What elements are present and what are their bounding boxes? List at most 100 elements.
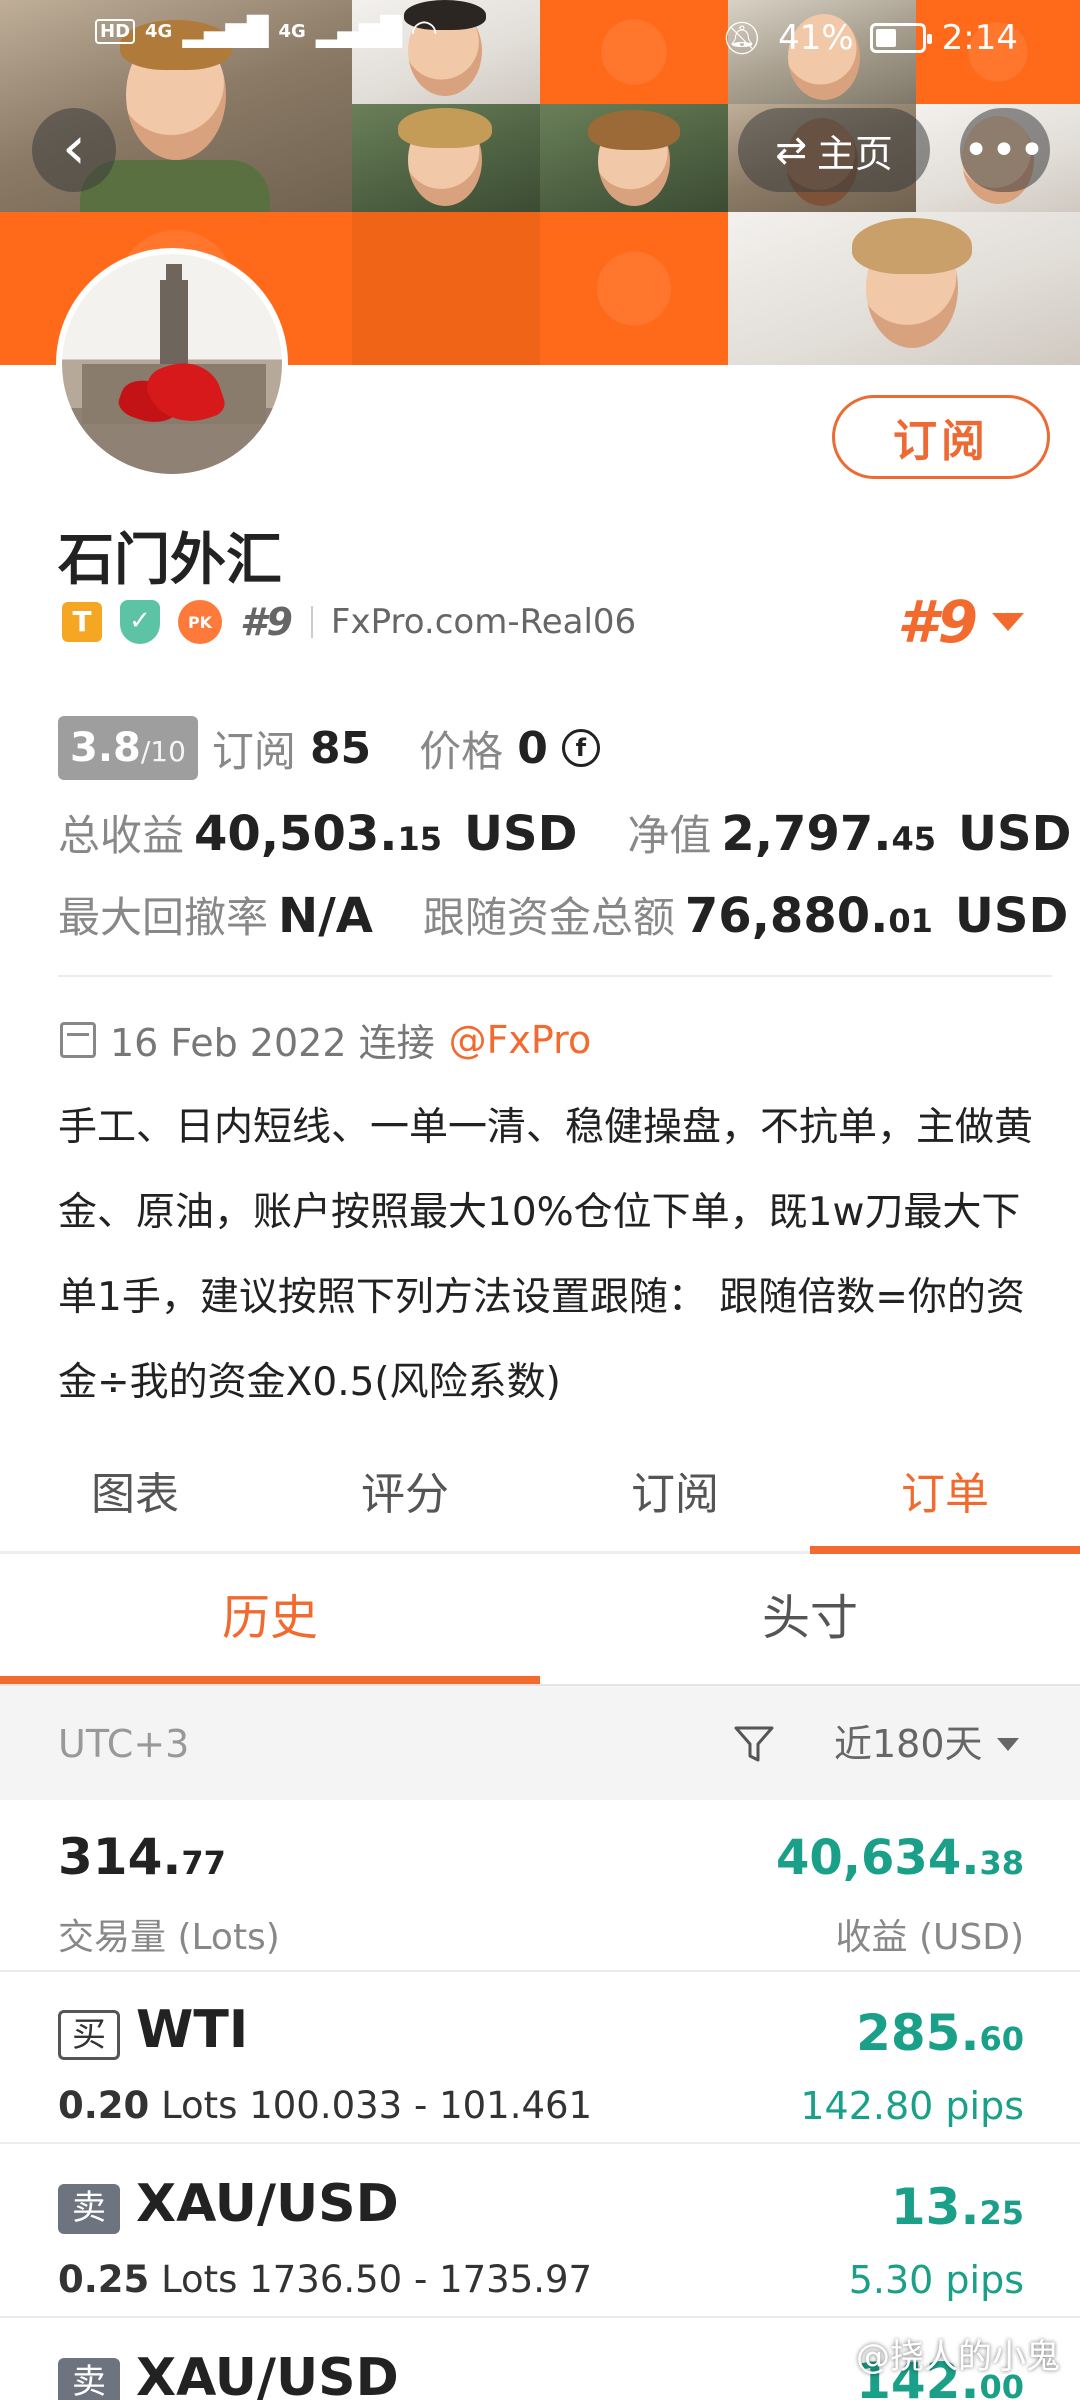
rank-dropdown[interactable]: #9 — [897, 588, 1024, 656]
broker-mention-link[interactable]: @FxPro — [449, 1018, 592, 1062]
main-tabs: 图表 评分 订阅 订单 — [0, 1440, 1080, 1554]
order-detail: 0.25 Lots 1736.50 - 1735.97 — [58, 2258, 592, 2301]
caret-down-icon — [992, 613, 1024, 631]
order-symbol: XAU/USD — [136, 2174, 399, 2234]
subscribe-button[interactable]: 订阅 — [832, 395, 1050, 479]
filter-bar: UTC+3 近180天 — [0, 1684, 1080, 1800]
battery-icon — [869, 23, 932, 53]
divider-line — [58, 975, 1052, 977]
pk-flame-icon[interactable]: PK — [178, 600, 222, 644]
watermark: @挠人的小鬼 — [856, 2337, 1060, 2377]
follow-funds-int: 76,880. — [684, 888, 889, 944]
history-summary: 314.77 交易量 (Lots) 40,634.38 收益 (USD) — [0, 1800, 1080, 1972]
strategy-description: 手工、日内短线、一单一清、稳健操盘，不抗单，主做黄金、原油，账户按照最大10%仓… — [58, 1105, 1034, 1405]
history-profit-int: 40,634. — [776, 1830, 980, 1886]
side-badge: 买 — [58, 2010, 120, 2060]
total-lots-dec: 77 — [181, 1844, 226, 1882]
more-dots-icon: ••• — [963, 124, 1047, 176]
status-bar: HD 4G ▂▄▆█ 4G ▂▄▆█ ◠ 🔕︎ 41% 2:14 — [0, 0, 1080, 80]
total-lots: 314.77 — [58, 1828, 226, 1886]
calendar-icon — [60, 1021, 96, 1058]
drawdown-row: 最大回撤率 N/A 跟随资金总额 76,880. 01 USD — [58, 884, 1068, 945]
order-profit-dec: 25 — [979, 2194, 1024, 2232]
clock-time: 2:14 — [941, 18, 1018, 58]
trader-t-badge-icon[interactable]: T — [62, 602, 102, 642]
order-pips: 142.80 pips — [800, 2084, 1024, 2128]
swap-arrows-icon: ⇄ — [775, 128, 807, 172]
equity-dec: 45 — [891, 820, 937, 858]
total-profit-label: 总收益 — [58, 811, 185, 860]
rating-score-badge: 3.8/10 — [58, 716, 198, 780]
total-lots-int: 314. — [58, 1828, 182, 1886]
history-profit-label: 收益 (USD) — [835, 1917, 1024, 1958]
order-symbol: XAU/USD — [136, 2348, 399, 2400]
trader-badges: T ✓ PK #9 FxPro.com-Real06 — [62, 600, 636, 644]
coin-icon: f — [561, 729, 600, 767]
max-drawdown-label: 最大回撤率 — [58, 893, 269, 942]
order-lots: 0.20 — [58, 2084, 150, 2127]
battery-percent: 41% — [778, 18, 854, 58]
price-value: 0 — [517, 722, 548, 774]
more-options-button[interactable]: ••• — [960, 108, 1050, 192]
order-profit: 13.25 — [891, 2178, 1024, 2236]
side-badge: 卖 — [58, 2358, 120, 2400]
rank-small: #9 — [240, 600, 293, 644]
order-price-range: 100.033 - 101.461 — [249, 2084, 593, 2127]
network-type-2: 4G — [278, 20, 306, 42]
avatar[interactable] — [56, 248, 288, 480]
hd-indicator-1: HD — [95, 18, 136, 44]
follow-funds-label: 跟随资金总额 — [422, 893, 675, 942]
signal-icon-2: ▂▄▆█ — [315, 14, 402, 48]
mute-bell-icon: 🔕︎ — [721, 19, 763, 57]
equity-label: 净值 — [627, 811, 712, 860]
back-button[interactable]: ‹ — [32, 108, 116, 192]
banner-photo-8 — [728, 212, 1080, 365]
list-item[interactable]: 卖 XAU/USD 0.25 Lots 1736.50 - 1735.97 13… — [0, 2146, 1080, 2318]
rating-row: 3.8/10 订阅 85 价格 0 f — [58, 716, 600, 780]
rating-denominator: /10 — [140, 735, 186, 768]
banner-photo-5 — [540, 104, 728, 212]
tab-subscribe[interactable]: 订阅 — [540, 1440, 810, 1551]
price-label: 价格 — [419, 726, 504, 776]
banner-photo-4 — [352, 104, 540, 212]
equity-unit: USD — [958, 806, 1072, 862]
total-history-profit: 40,634.38 — [776, 1830, 1024, 1886]
list-item[interactable]: 买 WTI 0.20 Lots 100.033 - 101.461 285.60… — [0, 1972, 1080, 2144]
order-lots: 0.25 — [58, 2258, 150, 2301]
verified-shield-icon[interactable]: ✓ — [120, 600, 160, 644]
order-profit-dec: 60 — [979, 2020, 1024, 2058]
order-pips: 5.30 pips — [848, 2258, 1024, 2302]
order-lots-unit: Lots — [161, 2258, 238, 2301]
tab-orders[interactable]: 订单 — [810, 1440, 1080, 1554]
subtab-history[interactable]: 历史 — [0, 1556, 540, 1684]
connected-since: 16 Feb 2022 连接 @FxPro — [60, 1012, 591, 1067]
total-profit-int: 40,503. — [194, 806, 398, 862]
subtab-positions[interactable]: 头寸 — [540, 1556, 1080, 1684]
order-price-range: 1736.50 - 1735.97 — [249, 2258, 593, 2301]
timezone-label: UTC+3 — [58, 1722, 190, 1766]
tab-rating[interactable]: 评分 — [270, 1440, 540, 1551]
max-drawdown-value: N/A — [278, 888, 373, 944]
order-detail: 0.20 Lots 100.033 - 101.461 — [58, 2084, 592, 2127]
equity-int: 2,797. — [721, 806, 892, 862]
banner-pattern-5 — [540, 212, 728, 365]
profit-row: 总收益 40,503. 15 USD 净值 2,797. 45 USD — [58, 802, 1071, 863]
date-range-dropdown[interactable]: 近180天 — [834, 1686, 1019, 1802]
home-button[interactable]: ⇄ 主页 — [738, 108, 930, 192]
tab-chart[interactable]: 图表 — [0, 1440, 270, 1551]
connected-date: 16 Feb 2022 连接 — [110, 1021, 435, 1065]
order-profit-int: 13. — [890, 2178, 980, 2236]
chevron-left-icon: ‹ — [62, 113, 86, 183]
wifi-icon: ◠ — [411, 12, 437, 50]
trader-name: 石门外汇 — [58, 528, 282, 593]
filter-funnel-icon[interactable] — [732, 1722, 776, 1766]
rank-big-label: #9 — [897, 588, 978, 656]
total-lots-label: 交易量 (Lots) — [58, 1917, 280, 1958]
order-lots-unit: Lots — [161, 2084, 238, 2127]
order-subtabs: 历史 头寸 — [0, 1556, 1080, 1684]
caret-down-icon — [996, 1737, 1019, 1751]
home-button-label: 主页 — [816, 131, 893, 176]
network-type-1: 4G — [145, 20, 173, 42]
date-range-label: 近180天 — [834, 1722, 983, 1766]
follow-funds-dec: 01 — [888, 902, 933, 940]
